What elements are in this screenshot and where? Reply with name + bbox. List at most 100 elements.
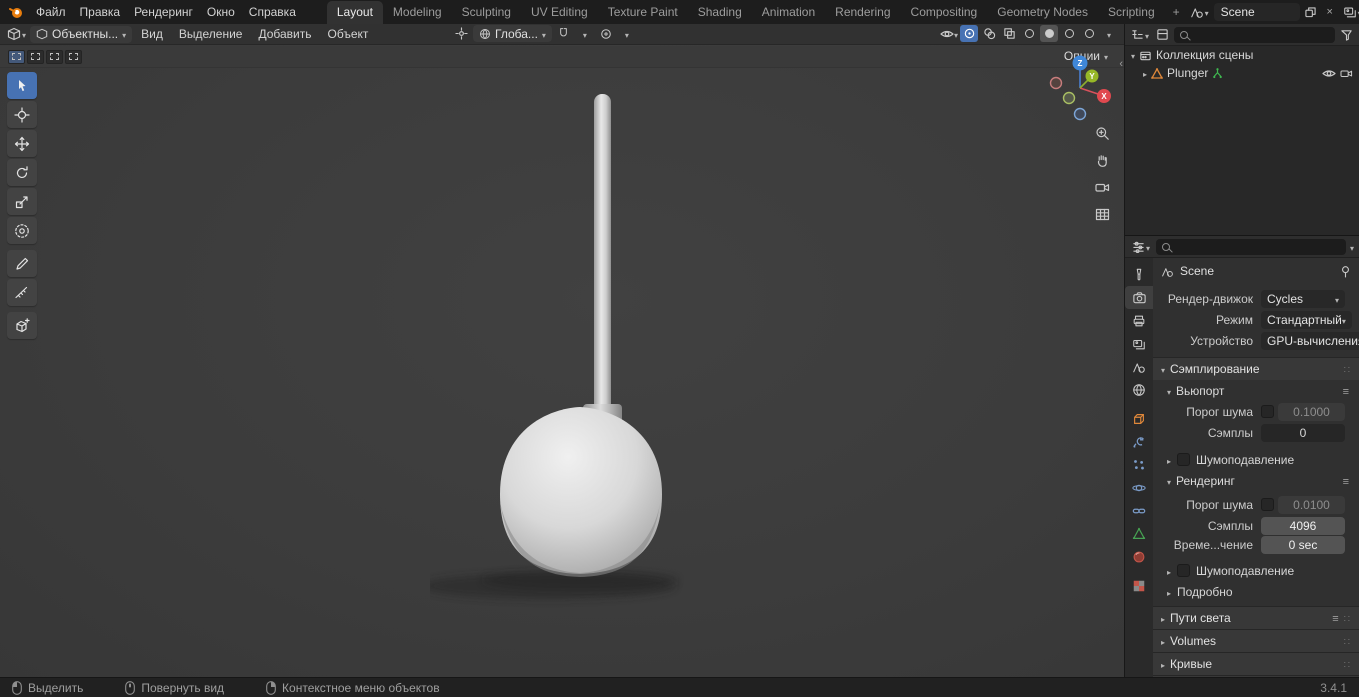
properties-options-button[interactable] bbox=[1350, 240, 1354, 254]
subsection-render[interactable]: Рендеринг bbox=[1153, 470, 1359, 491]
shading-solid-button[interactable] bbox=[1040, 25, 1058, 42]
viewport-menu-select[interactable]: Выделение bbox=[172, 25, 250, 43]
section-curves[interactable]: Кривые bbox=[1153, 652, 1359, 675]
viewport-denoise-row[interactable]: Шумоподавление bbox=[1153, 449, 1359, 470]
tab-particles[interactable] bbox=[1126, 453, 1152, 476]
render-engine-dropdown[interactable]: Cycles bbox=[1261, 289, 1345, 308]
hide-in-viewport-eye-icon[interactable] bbox=[1322, 68, 1336, 79]
snap-settings-button[interactable] bbox=[576, 25, 594, 42]
drag-handle-icon[interactable] bbox=[1344, 657, 1351, 671]
outliner-display-mode-button[interactable] bbox=[1154, 26, 1171, 44]
tab-object[interactable] bbox=[1126, 407, 1152, 430]
shading-wireframe-button[interactable] bbox=[1020, 25, 1038, 42]
shading-settings-button[interactable] bbox=[1100, 25, 1118, 42]
tab-tool[interactable] bbox=[1126, 263, 1152, 286]
annotate-tool[interactable] bbox=[7, 250, 37, 277]
tab-scene[interactable] bbox=[1126, 355, 1152, 378]
subsection-viewport[interactable]: Вьюпорт bbox=[1153, 380, 1359, 401]
disable-in-render-camera-icon[interactable] bbox=[1340, 68, 1353, 79]
outliner-filter-button[interactable] bbox=[1338, 26, 1355, 44]
noise-threshold-checkbox[interactable] bbox=[1261, 405, 1274, 418]
add-workspace-button[interactable]: + bbox=[1165, 1, 1188, 24]
tab-geometry-nodes[interactable]: Geometry Nodes bbox=[987, 1, 1098, 24]
scene-unlink-button[interactable] bbox=[1322, 4, 1338, 20]
zoom-button[interactable] bbox=[1093, 124, 1111, 142]
viewport-menu-view[interactable]: Вид bbox=[134, 25, 170, 43]
render-samples-field[interactable]: 4096 bbox=[1261, 516, 1345, 535]
scale-tool[interactable] bbox=[7, 188, 37, 215]
tab-world[interactable] bbox=[1126, 378, 1152, 401]
tab-rendering[interactable]: Rendering bbox=[825, 1, 900, 24]
blender-logo-icon[interactable] bbox=[8, 4, 24, 20]
object-visibility-button[interactable] bbox=[940, 25, 958, 42]
outliner-search-input[interactable] bbox=[1174, 26, 1335, 43]
show-gizmo-toggle[interactable] bbox=[960, 25, 978, 42]
show-overlays-toggle[interactable] bbox=[980, 25, 998, 42]
tab-constraints[interactable] bbox=[1126, 499, 1152, 522]
render-noise-threshold-field[interactable]: 0.0100 bbox=[1278, 495, 1345, 514]
measure-tool[interactable] bbox=[7, 279, 37, 306]
proportional-editing-button[interactable] bbox=[597, 25, 615, 42]
menu-render[interactable]: Рендеринг bbox=[127, 3, 200, 21]
drag-handle-icon[interactable] bbox=[1344, 362, 1351, 376]
camera-view-button[interactable] bbox=[1093, 178, 1111, 196]
navigation-gizmo[interactable]: Z X Y bbox=[1042, 54, 1118, 126]
viewport-denoise-checkbox[interactable] bbox=[1177, 453, 1191, 466]
tab-layout[interactable]: Layout bbox=[326, 1, 383, 24]
menu-edit[interactable]: Правка bbox=[73, 3, 128, 21]
section-volumes[interactable]: Volumes bbox=[1153, 629, 1359, 652]
gizmo-neg-y-axis[interactable] bbox=[1062, 91, 1076, 105]
viewport-noise-threshold-field[interactable]: 0.1000 bbox=[1278, 402, 1345, 421]
gizmo-neg-x-axis[interactable] bbox=[1049, 76, 1063, 90]
scene-name-field[interactable]: Scene bbox=[1213, 3, 1300, 21]
tab-texture-paint[interactable]: Texture Paint bbox=[598, 1, 688, 24]
tab-modeling[interactable]: Modeling bbox=[383, 1, 452, 24]
rotate-tool[interactable] bbox=[7, 159, 37, 186]
tab-output[interactable] bbox=[1126, 309, 1152, 332]
expand-icon[interactable] bbox=[1131, 48, 1135, 62]
render-denoise-checkbox[interactable] bbox=[1177, 564, 1191, 577]
drag-handle-icon[interactable] bbox=[1344, 611, 1351, 625]
pan-button[interactable] bbox=[1093, 151, 1111, 169]
transform-pivot-button[interactable] bbox=[452, 25, 470, 42]
viewlayer-browse-button[interactable] bbox=[1341, 3, 1359, 21]
tab-material[interactable] bbox=[1126, 545, 1152, 568]
tab-view-layer[interactable] bbox=[1126, 332, 1152, 355]
transform-orientation-dropdown[interactable]: Глоба... bbox=[473, 25, 552, 42]
select-mode-new-button[interactable] bbox=[8, 49, 25, 64]
render-denoise-row[interactable]: Шумоподавление bbox=[1153, 560, 1359, 581]
render-noise-threshold-checkbox[interactable] bbox=[1261, 498, 1274, 511]
advanced-row[interactable]: Подробно bbox=[1153, 581, 1359, 602]
pin-icon[interactable] bbox=[1340, 265, 1351, 278]
properties-search-input[interactable] bbox=[1156, 238, 1346, 255]
tab-uv-editing[interactable]: UV Editing bbox=[521, 1, 598, 24]
device-dropdown[interactable]: GPU-вычисления bbox=[1261, 331, 1359, 350]
presets-icon[interactable] bbox=[1343, 384, 1349, 398]
presets-icon[interactable] bbox=[1332, 611, 1338, 625]
menu-window[interactable]: Окно bbox=[200, 3, 242, 21]
drag-handle-icon[interactable] bbox=[1344, 634, 1351, 648]
snap-toggle-button[interactable] bbox=[555, 25, 573, 42]
tab-texture[interactable] bbox=[1126, 574, 1152, 597]
xray-toggle[interactable] bbox=[1000, 25, 1018, 42]
time-limit-field[interactable]: 0 sec bbox=[1261, 536, 1345, 554]
shading-rendered-button[interactable] bbox=[1080, 25, 1098, 42]
outliner-row-plunger[interactable]: Plunger bbox=[1125, 64, 1359, 82]
transform-tool[interactable] bbox=[7, 217, 37, 244]
editor-type-button[interactable] bbox=[5, 25, 28, 43]
tab-render[interactable] bbox=[1125, 286, 1153, 309]
outliner-row-collection[interactable]: Коллекция сцены bbox=[1125, 46, 1359, 64]
tab-sculpting[interactable]: Sculpting bbox=[452, 1, 521, 24]
move-tool[interactable] bbox=[7, 130, 37, 157]
section-sampling[interactable]: Сэмплирование bbox=[1153, 357, 1359, 380]
properties-editor-type-button[interactable] bbox=[1130, 238, 1152, 256]
expand-icon[interactable] bbox=[1143, 66, 1147, 80]
select-box-tool[interactable] bbox=[7, 72, 37, 99]
section-light-paths[interactable]: Пути света bbox=[1153, 606, 1359, 629]
tab-object-data[interactable] bbox=[1126, 522, 1152, 545]
shading-material-button[interactable] bbox=[1060, 25, 1078, 42]
select-mode-invert-button[interactable] bbox=[65, 49, 82, 64]
scene-browse-button[interactable] bbox=[1188, 3, 1211, 21]
scene-new-button[interactable] bbox=[1303, 4, 1319, 20]
plunger-3d-object[interactable] bbox=[430, 84, 730, 644]
